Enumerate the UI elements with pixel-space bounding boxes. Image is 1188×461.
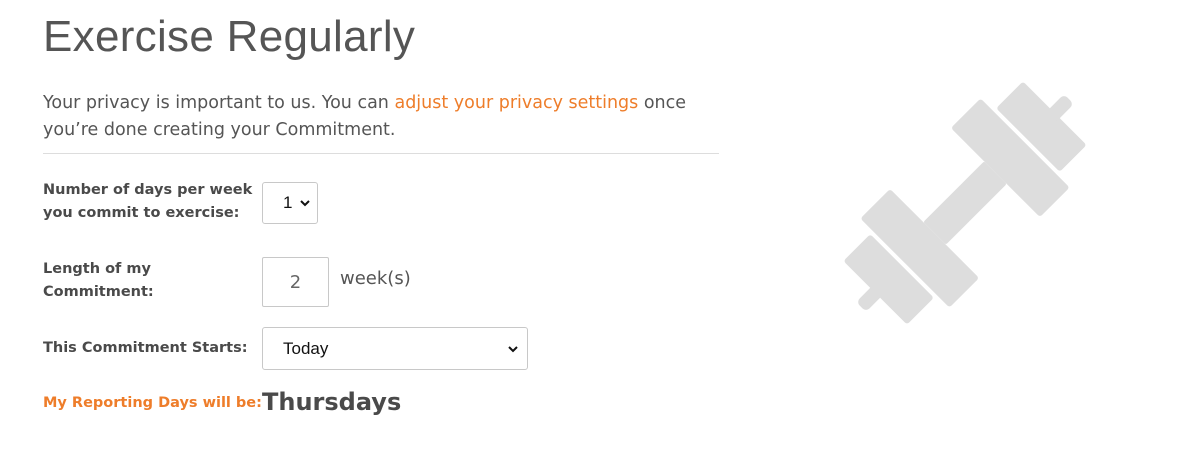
chevron-down-icon — [508, 345, 518, 352]
commitment-start-label: This Commitment Starts: — [43, 340, 248, 356]
divider — [43, 153, 719, 154]
privacy-text-before: Your privacy is important to us. You can — [43, 93, 395, 113]
commitment-start-select[interactable]: Today — [262, 327, 528, 370]
days-per-week-select[interactable]: 1 — [262, 182, 318, 224]
reporting-days-value: Thursdays — [262, 388, 402, 416]
privacy-notice: Your privacy is important to us. You can… — [43, 90, 733, 144]
commitment-page: Exercise Regularly Your privacy is impor… — [0, 0, 1188, 461]
commitment-length-unit: week(s) — [340, 268, 411, 289]
days-per-week-label: Number of days per week you commit to ex… — [43, 182, 253, 221]
page-title: Exercise Regularly — [43, 12, 416, 61]
days-per-week-value: 1 — [283, 193, 293, 212]
commitment-length-label: Length of my Commitment: — [43, 261, 154, 300]
reporting-days-label: My Reporting Days will be: — [43, 395, 262, 411]
privacy-settings-link[interactable]: adjust your privacy settings — [394, 93, 638, 113]
dumbbell-icon — [844, 82, 1086, 324]
commitment-start-value: Today — [283, 338, 329, 358]
commitment-length-input[interactable]: 2 — [262, 257, 329, 307]
chevron-down-icon — [300, 200, 310, 207]
